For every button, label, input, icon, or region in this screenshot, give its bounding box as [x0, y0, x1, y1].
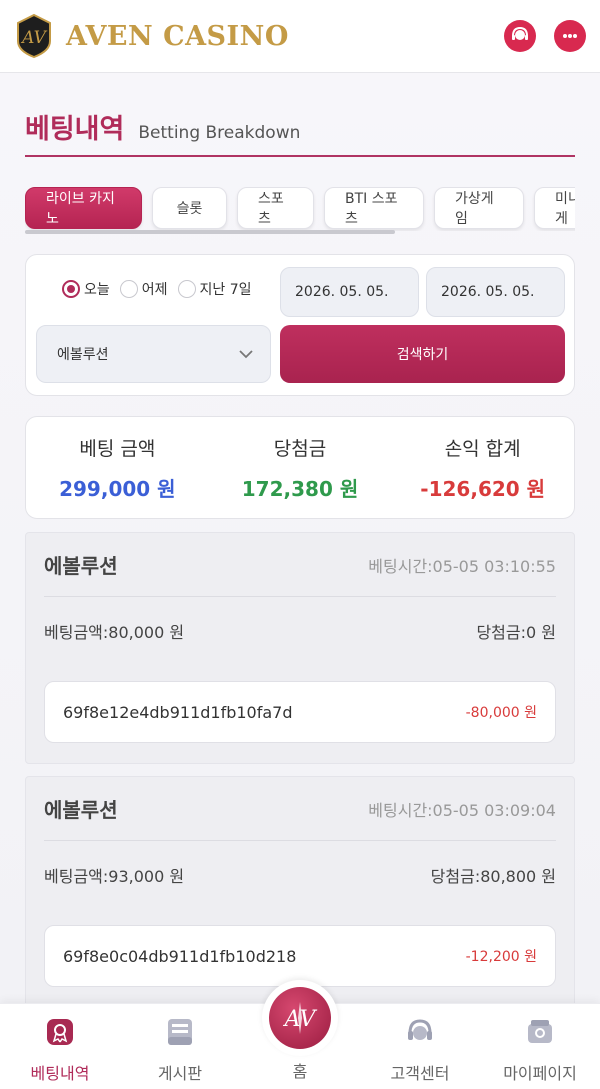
tab-sports[interactable]: 스포츠 [237, 187, 314, 229]
support-agent-icon[interactable] [504, 20, 536, 52]
nav-bets-label: 베팅내역 [30, 1064, 90, 1083]
nav-support-label: 고객센터 [390, 1064, 450, 1083]
summary-bet-label: 베팅 금액 [79, 437, 156, 460]
brand-name[interactable]: AVEN CASINO [66, 21, 289, 52]
board-icon [164, 1016, 196, 1048]
nav-mypage-label: 마이페이지 [503, 1064, 577, 1083]
app-header: AV AVEN CASINO [0, 0, 600, 73]
tab-virtual-game[interactable]: 가상게임 [434, 187, 524, 229]
radio-off-icon [177, 280, 196, 298]
home-logo-icon: AV [269, 987, 331, 1049]
nav-board[interactable]: 게시판 [120, 1004, 240, 1089]
bet-record[interactable]: 에볼루션 베팅시간:05-05 03:09:04 베팅금액:93,000 원 당… [25, 776, 575, 1003]
summary-pl-value: -126,620 원 [420, 476, 546, 501]
record-win-amount: 당첨금:80,800 원 [430, 867, 556, 886]
record-provider: 에볼루션 [44, 798, 118, 822]
record-detail-box[interactable]: 69f8e0c04db911d1fb10d218 -12,200 원 [44, 925, 556, 987]
radio-off-icon [119, 280, 138, 298]
page-title-en: Betting Breakdown [138, 123, 301, 143]
record-id: 69f8e12e4db911d1fb10fa7d [63, 702, 293, 722]
record-id: 69f8e0c04db911d1fb10d218 [63, 946, 297, 966]
date-range-radios: 오늘 어제 지난 7일 [62, 279, 252, 299]
record-detail-box[interactable]: 69f8e12e4db911d1fb10fa7d -80,000 원 [44, 681, 556, 743]
nav-support[interactable]: 고객센터 [360, 1004, 480, 1089]
radio-label: 어제 [141, 282, 168, 298]
date-from-field[interactable]: 2026. 05. 05. [280, 267, 419, 317]
bottom-nav: 베팅내역 게시판 AV 홈 고객센터 마이페이지 [0, 980, 600, 1089]
nav-home-label: 홈 [292, 1062, 308, 1081]
svg-text:AV: AV [20, 28, 47, 48]
category-tabs: 라이브 카지노 슬롯 스포츠 BTI 스포츠 가상게임 미니게 [25, 187, 575, 231]
chat-icon[interactable] [554, 20, 586, 52]
tab-mini-game[interactable]: 미니게 [534, 187, 575, 229]
provider-select-value: 에볼루션 [57, 347, 109, 363]
record-bet-amount: 베팅금액:93,000 원 [44, 867, 185, 886]
logo-icon[interactable]: AV [14, 13, 54, 59]
tab-slot[interactable]: 슬롯 [152, 187, 227, 229]
summary-bet-value: 299,000 원 [59, 476, 176, 501]
record-time: 베팅시간:05-05 03:10:55 [368, 556, 556, 576]
record-bet-amount: 베팅금액:80,000 원 [44, 623, 185, 642]
summary-pl-label: 손익 합계 [444, 437, 521, 460]
radio-yesterday[interactable]: 어제 [119, 279, 168, 299]
record-time: 베팅시간:05-05 03:09:04 [368, 800, 556, 820]
tab-live-casino[interactable]: 라이브 카지노 [25, 187, 142, 229]
nav-bets[interactable]: 베팅내역 [0, 1004, 120, 1089]
nav-home[interactable]: AV [262, 980, 338, 1056]
summary-win: 당첨금 172,380 원 [209, 417, 392, 518]
provider-select[interactable]: 에볼루션 [36, 325, 271, 383]
page-title-ko: 베팅내역 [25, 114, 125, 145]
date-to-field[interactable]: 2026. 05. 05. [426, 267, 565, 317]
headset-icon [404, 1016, 436, 1048]
radio-today[interactable]: 오늘 [62, 279, 110, 299]
chevron-down-icon [239, 350, 253, 359]
tabs-scrollbar[interactable] [25, 230, 395, 234]
record-win-amount: 당첨금:0 원 [476, 623, 556, 642]
nav-board-label: 게시판 [157, 1064, 203, 1083]
radio-label: 지난 7일 [199, 282, 252, 298]
radio-last-7-days[interactable]: 지난 7일 [177, 279, 252, 299]
summary-win-label: 당첨금 [273, 437, 327, 460]
radio-on-icon [62, 280, 80, 298]
record-profit-loss: -12,200 원 [465, 949, 537, 965]
wallet-icon [524, 1016, 556, 1048]
summary-panel: 베팅 금액 299,000 원 당첨금 172,380 원 손익 합계 -126… [25, 416, 575, 519]
search-button[interactable]: 검색하기 [280, 325, 565, 383]
summary-bet: 베팅 금액 299,000 원 [26, 417, 209, 518]
record-profit-loss: -80,000 원 [465, 705, 537, 721]
bet-record[interactable]: 에볼루션 베팅시간:05-05 03:10:55 베팅금액:80,000 원 당… [25, 532, 575, 764]
summary-pl: 손익 합계 -126,620 원 [391, 417, 574, 518]
bet-chip-icon [44, 1016, 76, 1048]
nav-mypage[interactable]: 마이페이지 [480, 1004, 600, 1089]
radio-label: 오늘 [84, 282, 110, 298]
summary-win-value: 172,380 원 [241, 476, 359, 501]
record-provider: 에볼루션 [44, 554, 118, 578]
filter-panel: 오늘 어제 지난 7일 2026. 05. 05. 2026. 05. 05. … [25, 254, 575, 396]
page-title: 베팅내역 Betting Breakdown [25, 107, 575, 157]
tab-bti-sports[interactable]: BTI 스포츠 [324, 187, 424, 229]
page-content: 베팅내역 Betting Breakdown 라이브 카지노 슬롯 스포츠 BT… [0, 73, 600, 1003]
